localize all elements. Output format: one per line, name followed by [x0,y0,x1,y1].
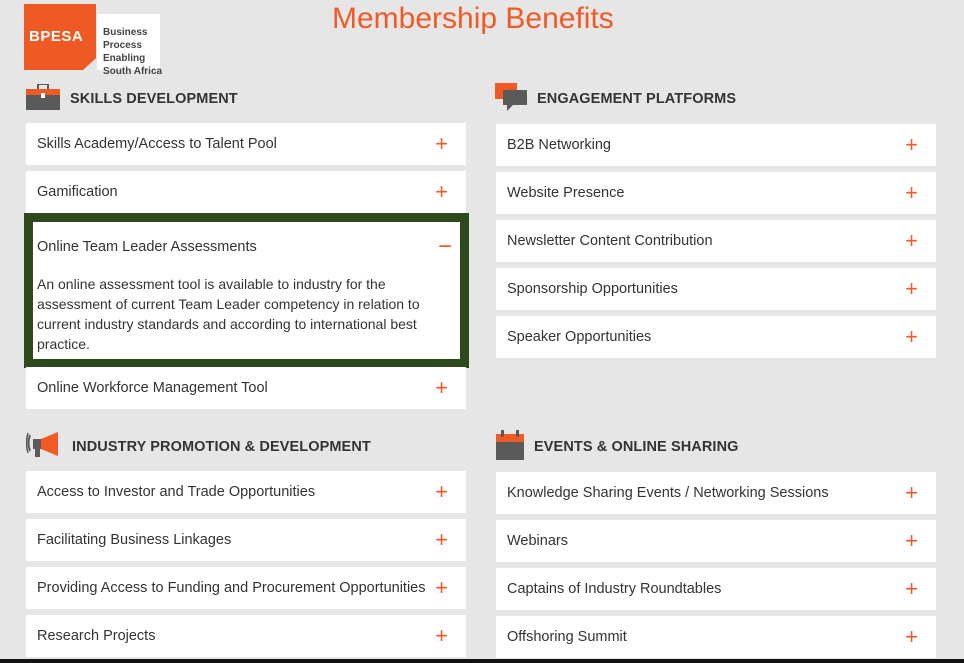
benefit-label: Website Presence [507,185,625,201]
benefit-speaker-opportunities[interactable]: Speaker Opportunities + [496,316,936,358]
chat-bubbles-icon [495,82,527,116]
expand-plus-icon[interactable]: + [435,377,448,399]
expand-plus-icon[interactable]: + [435,577,448,599]
section-industry-promotion-header: INDUSTRY PROMOTION & DEVELOPMENT [25,431,371,464]
benefit-knowledge-sharing-events[interactable]: Knowledge Sharing Events / Networking Se… [496,472,936,514]
benefit-label: Sponsorship Opportunities [507,281,678,297]
benefit-label: Providing Access to Funding and Procurem… [37,580,426,596]
logo-tagline-line-1: Business Process [103,27,148,51]
expand-plus-icon[interactable]: + [435,625,448,647]
page-title: Membership Benefits [332,2,614,35]
benefit-label: Speaker Opportunities [507,329,652,345]
bottom-edge-bar [0,659,964,663]
expand-plus-icon[interactable]: + [905,530,918,552]
expand-plus-icon[interactable]: + [905,326,918,348]
benefit-website-presence[interactable]: Website Presence + [496,172,936,214]
benefit-sponsorship-opportunities[interactable]: Sponsorship Opportunities + [496,268,936,310]
benefit-online-workforce-management-tool[interactable]: Online Workforce Management Tool + [26,367,466,409]
benefit-b2b-networking[interactable]: B2B Networking + [496,124,936,166]
logo-tagline: Business Process Enabling South Africa [103,26,189,78]
expand-plus-icon[interactable]: + [905,482,918,504]
expand-plus-icon[interactable]: + [435,181,448,203]
benefit-label: B2B Networking [507,137,611,153]
logo-tagline-line-2: Enabling [103,53,146,64]
briefcase-icon [26,82,60,115]
benefit-description: An online assessment tool is available t… [37,276,420,352]
expand-plus-icon[interactable]: + [435,529,448,551]
benefit-label: Research Projects [37,628,156,644]
expand-plus-icon[interactable]: + [435,481,448,503]
megaphone-icon [25,431,62,464]
benefit-online-team-leader-assessments-expanded[interactable]: Online Team Leader Assessments − An onli… [24,213,469,368]
benefit-label: Facilitating Business Linkages [37,532,232,548]
calendar-icon [496,429,524,465]
expand-plus-icon[interactable]: + [905,278,918,300]
collapse-minus-icon[interactable]: − [438,235,452,259]
logo-tagline-line-3: South Africa [103,66,163,77]
benefit-captains-of-industry-roundtables[interactable]: Captains of Industry Roundtables + [496,568,936,610]
expand-plus-icon[interactable]: + [905,230,918,252]
section-engagement-platforms-header: ENGAGEMENT PLATFORMS [495,82,737,116]
bpesa-logo[interactable]: BPESA Business Process Enabling South Af… [24,4,189,77]
section-title: ENGAGEMENT PLATFORMS [537,91,737,107]
benefit-label: Online Team Leader Assessments [37,239,257,255]
benefit-access-to-investor-and-trade[interactable]: Access to Investor and Trade Opportuniti… [26,471,466,513]
benefit-label: Gamification [37,184,118,200]
expand-plus-icon[interactable]: + [905,578,918,600]
expand-plus-icon[interactable]: + [905,182,918,204]
benefit-label: Offshoring Summit [507,629,627,645]
benefit-gamification[interactable]: Gamification + [26,171,466,213]
benefit-offshoring-summit[interactable]: Offshoring Summit + [496,616,936,658]
benefit-label: Access to Investor and Trade Opportuniti… [37,484,316,500]
benefit-label: Online Workforce Management Tool [37,380,268,396]
benefit-webinars[interactable]: Webinars + [496,520,936,562]
benefit-label: Skills Academy/Access to Talent Pool [37,136,277,152]
benefit-label: Captains of Industry Roundtables [507,581,722,597]
benefit-newsletter-content-contribution[interactable]: Newsletter Content Contribution + [496,220,936,262]
expand-plus-icon[interactable]: + [905,626,918,648]
section-title: INDUSTRY PROMOTION & DEVELOPMENT [72,439,371,455]
benefit-access-to-funding-and-procurement[interactable]: Providing Access to Funding and Procurem… [26,567,466,609]
benefit-skills-academy[interactable]: Skills Academy/Access to Talent Pool + [26,123,466,165]
benefit-label: Newsletter Content Contribution [507,233,713,249]
accordion-header[interactable]: Online Team Leader Assessments − [37,235,452,259]
section-events-online-sharing-header: EVENTS & ONLINE SHARING [496,429,739,465]
benefit-research-projects[interactable]: Research Projects + [26,615,466,657]
section-title: EVENTS & ONLINE SHARING [534,439,739,455]
logo-brand: BPESA [29,28,84,45]
benefit-label: Webinars [507,533,568,549]
expand-plus-icon[interactable]: + [905,134,918,156]
section-skills-development-header: SKILLS DEVELOPMENT [26,82,238,115]
benefit-facilitating-business-linkages[interactable]: Facilitating Business Linkages + [26,519,466,561]
expand-plus-icon[interactable]: + [435,133,448,155]
benefit-label: Knowledge Sharing Events / Networking Se… [507,485,829,501]
section-title: SKILLS DEVELOPMENT [70,91,238,107]
